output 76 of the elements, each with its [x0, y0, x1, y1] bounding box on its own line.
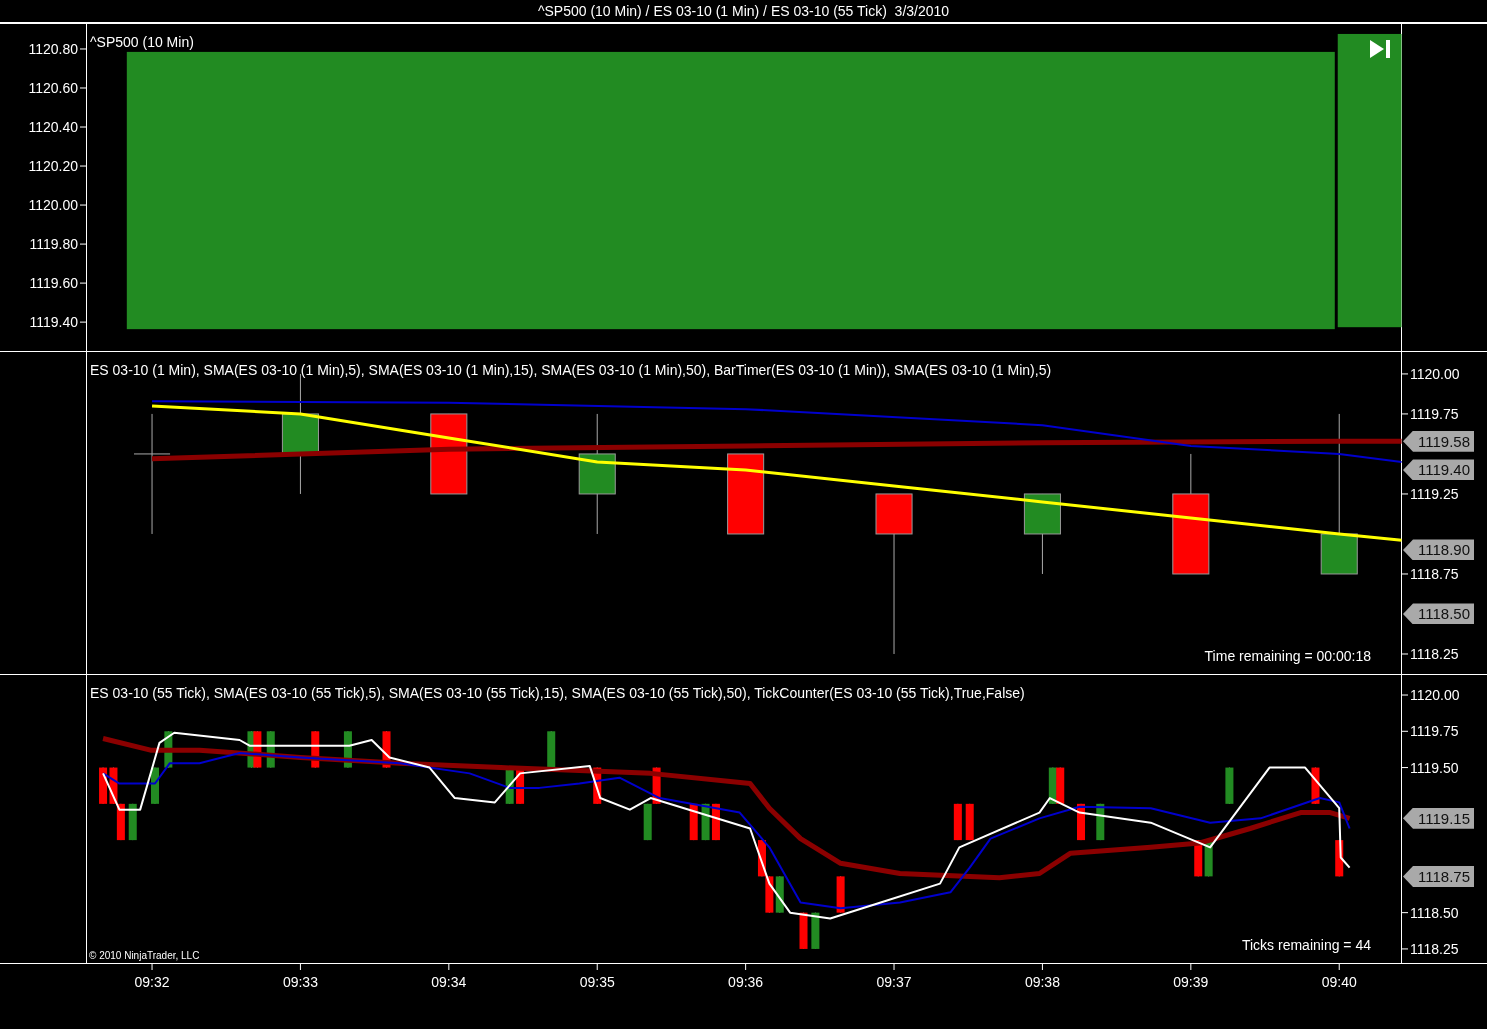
candlestick: [757, 839, 766, 877]
axis-label: 1120.00: [28, 197, 78, 214]
copyright-text: © 2010 NinjaTrader, LLC: [89, 950, 200, 961]
candlestick: [643, 803, 652, 841]
axis-label: 1118.50: [1410, 904, 1459, 921]
axis-label: 1118.25: [1410, 940, 1459, 957]
candlestick: [593, 767, 602, 805]
price-marker: 1118.90: [1403, 539, 1474, 561]
candlestick: [811, 912, 820, 950]
counter-text: Time remaining = 00:00:18: [1204, 648, 1371, 664]
price-marker: 1119.58: [1403, 430, 1474, 452]
candlestick: [1048, 767, 1057, 805]
time-label: 09:32: [134, 974, 170, 990]
time-label: 09:39: [1173, 974, 1209, 990]
candlestick: [836, 875, 845, 914]
axis-label: 1120.80: [28, 40, 78, 57]
candlestick: [547, 730, 556, 769]
candlestick: [99, 767, 108, 805]
candlestick: [775, 875, 784, 914]
time-label: 09:37: [876, 974, 912, 990]
candlestick: [1077, 803, 1085, 841]
time-label: 09:38: [1024, 974, 1060, 990]
axis-label: 1118.75: [1410, 566, 1459, 582]
candlestick: [116, 803, 125, 841]
candlestick: [164, 730, 173, 769]
candlestick: [1311, 767, 1320, 805]
candlestick: [266, 730, 275, 769]
axis-label: 1119.60: [29, 275, 78, 292]
candlestick: [109, 767, 118, 805]
candlestick: [311, 730, 320, 769]
candlestick: [765, 875, 774, 914]
axis-label: 1120.20: [28, 158, 78, 175]
axis-label: 1119.80: [29, 236, 78, 253]
candlestick: [953, 803, 962, 841]
candlestick: [343, 730, 352, 769]
candlestick: [689, 803, 698, 841]
axis-label: 1119.50: [1410, 759, 1459, 776]
time-label: 09:35: [579, 974, 615, 990]
axis-label: 1118.25: [1410, 646, 1459, 662]
price-marker: 1118.50: [1403, 603, 1474, 625]
time-label: 09:33: [282, 974, 318, 990]
time-label: 09:34: [431, 974, 467, 990]
candlestick: [382, 730, 391, 769]
candlestick: [652, 767, 661, 805]
candlestick: [1225, 767, 1234, 805]
axis-label: 1119.40: [29, 314, 78, 331]
candlestick: [151, 767, 159, 805]
candlestick: [253, 730, 262, 769]
candlestick: [1204, 839, 1213, 877]
price-marker: 1119.15: [1403, 807, 1474, 829]
candlestick: [1194, 839, 1203, 877]
candlestick: [799, 912, 808, 950]
window-title: ^SP500 (10 Min) / ES 03-10 (1 Min) / ES 03-10 (55 Tick) 3/3/2010: [537, 3, 950, 19]
candlestick: [711, 803, 720, 841]
axis-label: 1119.75: [1410, 405, 1459, 422]
panel-title: ^SP500 (10 Min): [90, 34, 194, 50]
candlestick: [965, 803, 974, 841]
candlestick: [1096, 803, 1105, 841]
axis-label: 1120.00: [1410, 365, 1460, 382]
price-marker: 1119.40: [1403, 459, 1474, 481]
axis-label: 1120.40: [28, 119, 78, 135]
axis-label: 1120.00: [1410, 687, 1460, 703]
axis-label: 1119.75: [1410, 723, 1459, 740]
candlestick: [701, 803, 710, 841]
axis-label: 1119.25: [1410, 485, 1459, 502]
time-label: 09:36: [728, 974, 764, 990]
panel-title: ES 03-10 (1 Min), SMA(ES 03-10 (1 Min),5), SMA(ES 03-10 (1 Min),15), SMA(ES 03-10 (1 Min),50), BarTimer(ES 03-10 (1 Min)), SMA(ES 03-10 (1 Min),5): [90, 362, 1052, 378]
time-label: 09:40: [1321, 974, 1357, 990]
candlestick: [1335, 839, 1344, 877]
axis-label: 1120.60: [28, 80, 78, 96]
candlestick: [1056, 767, 1065, 805]
counter-text: Ticks remaining = 44: [1241, 937, 1371, 953]
price-marker: 1118.75: [1403, 865, 1474, 887]
candlestick: [128, 803, 137, 841]
candlestick: [505, 767, 514, 805]
panel-title: ES 03-10 (55 Tick), SMA(ES 03-10 (55 Tick),5), SMA(ES 03-10 (55 Tick),15), SMA(ES 03-10 (55 Tick),50), TickCounter(ES 03-10 (55 Tick),True,False): [90, 685, 1025, 701]
